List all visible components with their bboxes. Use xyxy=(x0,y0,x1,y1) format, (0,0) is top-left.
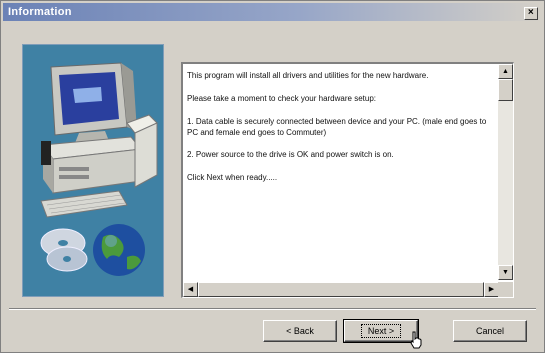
scroll-down-icon: ▼ xyxy=(502,269,509,276)
scroll-right-button[interactable]: ▶ xyxy=(484,282,499,297)
info-text-content: This program will install all drivers an… xyxy=(187,70,497,280)
cancel-button-label: Cancel xyxy=(475,326,504,336)
scroll-up-icon: ▲ xyxy=(502,68,509,75)
window-title: Information xyxy=(8,6,72,18)
info-paragraph-next: Click Next when ready..... xyxy=(187,173,278,182)
scrollbar-corner xyxy=(498,282,513,297)
info-paragraph-step-1: 1. Data cable is securely connected betw… xyxy=(187,117,487,137)
cancel-button[interactable]: Cancel xyxy=(453,320,527,342)
back-button[interactable]: < Back xyxy=(263,320,337,342)
vertical-scroll-thumb[interactable] xyxy=(498,79,513,101)
back-button-label: < Back xyxy=(286,326,314,336)
next-button-label: Next > xyxy=(360,324,402,338)
setup-illustration xyxy=(22,44,164,297)
info-text-box[interactable]: This program will install all drivers an… xyxy=(181,62,514,298)
info-paragraph-check: Please take a moment to check your hardw… xyxy=(187,94,376,103)
next-button[interactable]: Next > xyxy=(343,319,419,343)
scroll-down-button[interactable]: ▼ xyxy=(498,265,513,280)
scroll-right-icon: ▶ xyxy=(488,286,495,293)
info-paragraph-step-2: 2. Power source to the drive is OK and p… xyxy=(187,150,394,159)
horizontal-scrollbar[interactable]: ◀ ▶ xyxy=(183,282,499,297)
install-dialog: Information × This program will install … xyxy=(0,0,545,353)
scroll-left-icon: ◀ xyxy=(187,286,194,293)
button-separator xyxy=(9,308,536,310)
close-button[interactable]: × xyxy=(524,7,538,20)
computer-illustration-icon xyxy=(40,62,158,276)
hand-pointer-icon xyxy=(410,331,422,349)
scroll-up-button[interactable]: ▲ xyxy=(498,64,513,79)
horizontal-scroll-thumb[interactable] xyxy=(198,282,484,297)
scroll-left-button[interactable]: ◀ xyxy=(183,282,198,297)
vertical-scrollbar[interactable]: ▲ ▼ xyxy=(498,64,513,280)
info-paragraph-intro: This program will install all drivers an… xyxy=(187,71,429,80)
close-icon: × xyxy=(527,7,535,18)
title-bar[interactable]: Information × xyxy=(3,3,542,21)
